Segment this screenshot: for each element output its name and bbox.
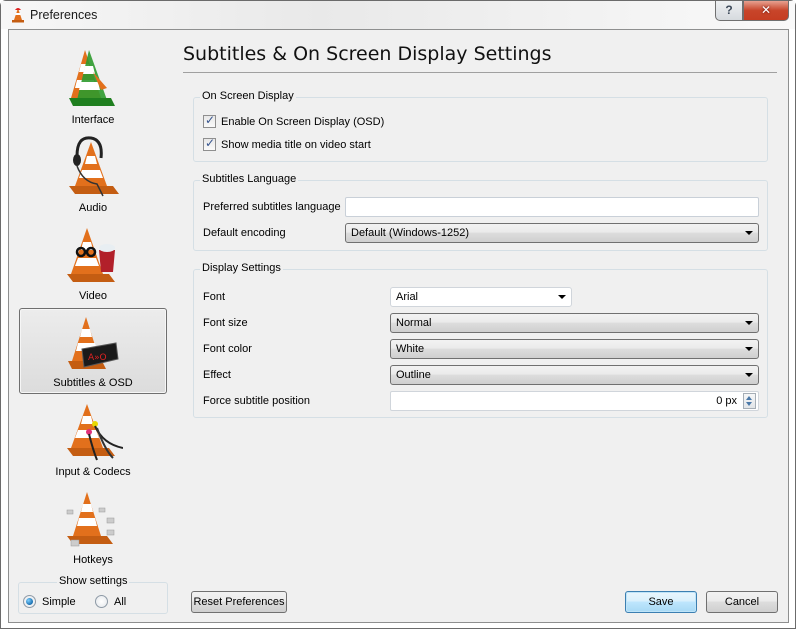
sidebar-item-label: Input & Codecs: [55, 466, 131, 478]
subtitle-position-label: Force subtitle position: [203, 395, 310, 407]
sidebar-item-interface[interactable]: Interface: [19, 44, 167, 130]
spin-buttons[interactable]: [743, 393, 756, 409]
osd-group: On Screen Display Enable On Screen Displ…: [193, 90, 768, 162]
show-settings-legend: Show settings: [57, 575, 130, 587]
font-color-value: White: [396, 343, 425, 355]
font-label: Font: [203, 291, 226, 303]
interface-cone-icon: [69, 50, 115, 106]
radio-simple[interactable]: Simple: [23, 595, 76, 608]
enable-osd-checkbox-row[interactable]: Enable On Screen Display (OSD): [203, 113, 385, 128]
font-size-value: Normal: [396, 317, 432, 329]
default-encoding-value: Default (Windows-1252): [351, 227, 469, 239]
radio-all-button[interactable]: [95, 595, 108, 608]
show-title-label: Show media title on video start: [221, 138, 371, 151]
display-settings-group: Display Settings Font Arial Font size No…: [193, 262, 768, 418]
radio-simple-button[interactable]: [23, 595, 36, 608]
font-select[interactable]: Arial: [390, 287, 572, 307]
effect-select[interactable]: Outline: [390, 365, 759, 385]
subtitles-language-group: Subtitles Language Preferred subtitles l…: [193, 173, 768, 251]
subtitles-cone-icon: A»O: [68, 317, 119, 369]
preferred-language-label: Preferred subtitles language: [203, 201, 341, 213]
enable-osd-checkbox[interactable]: [203, 113, 216, 128]
chevron-down-icon: [745, 373, 753, 377]
sidebar-item-label: Subtitles & OSD: [53, 377, 133, 389]
default-encoding-label: Default encoding: [203, 227, 286, 239]
close-button[interactable]: ✕: [743, 1, 789, 21]
radio-simple-label: Simple: [42, 595, 76, 608]
title-bar[interactable]: Preferences ? ✕: [1, 1, 795, 29]
input-codecs-cone-icon: [67, 404, 123, 461]
sidebar-item-input-codecs[interactable]: Input & Codecs: [19, 396, 167, 482]
video-cone-icon: [67, 228, 115, 282]
effect-label: Effect: [203, 369, 231, 381]
vlc-app-icon: [12, 8, 24, 23]
radio-all[interactable]: All: [95, 595, 126, 608]
preferred-language-input[interactable]: [345, 197, 759, 217]
spin-up-icon[interactable]: [746, 396, 752, 400]
window-title: Preferences: [30, 8, 98, 22]
svg-text:A»O: A»O: [88, 353, 107, 363]
font-size-label: Font size: [203, 317, 248, 329]
sidebar-item-subtitles-osd[interactable]: A»O Subtitles & OSD: [19, 308, 167, 394]
radio-all-label: All: [114, 595, 127, 608]
sidebar-item-label: Audio: [78, 202, 108, 214]
chevron-down-icon: [745, 321, 753, 325]
sidebar-item-label: Video: [79, 290, 107, 302]
sidebar-item-video[interactable]: Video: [19, 220, 167, 306]
sidebar-item-audio[interactable]: Audio: [19, 132, 167, 218]
font-value: Arial: [396, 291, 419, 303]
font-color-label: Font color: [203, 343, 252, 355]
hotkeys-cone-icon: [66, 492, 115, 547]
subtitles-language-legend: Subtitles Language: [200, 173, 299, 185]
effect-value: Outline: [396, 369, 431, 381]
chevron-down-icon: [745, 231, 753, 235]
save-button[interactable]: Save: [625, 591, 697, 613]
osd-legend: On Screen Display: [200, 90, 296, 102]
page-title: Subtitles & On Screen Display Settings: [183, 43, 552, 65]
display-settings-legend: Display Settings: [200, 262, 283, 274]
dialog-client-area: Interface Audio Video A»O Subtitles & OS…: [8, 29, 789, 623]
enable-osd-label: Enable On Screen Display (OSD): [221, 115, 385, 128]
preferences-window: Preferences ? ✕ Interface Audio Video A»…: [0, 0, 796, 629]
subtitle-position-value: 0 px: [716, 395, 737, 407]
font-color-select[interactable]: White: [390, 339, 759, 359]
spin-down-icon[interactable]: [746, 402, 752, 406]
title-divider: [183, 72, 777, 73]
reset-preferences-button[interactable]: Reset Preferences: [191, 591, 287, 613]
show-title-checkbox[interactable]: [203, 136, 216, 151]
audio-cone-icon: [69, 136, 119, 197]
subtitle-position-spinbox[interactable]: 0 px: [390, 391, 759, 411]
chevron-down-icon: [745, 347, 753, 351]
sidebar-item-hotkeys[interactable]: Hotkeys: [19, 484, 167, 570]
cancel-button[interactable]: Cancel: [706, 591, 778, 613]
sidebar-item-label: Interface: [71, 114, 115, 126]
default-encoding-select[interactable]: Default (Windows-1252): [345, 223, 759, 243]
show-title-checkbox-row[interactable]: Show media title on video start: [203, 136, 371, 151]
help-button[interactable]: ?: [715, 1, 743, 21]
sidebar-item-label: Hotkeys: [73, 554, 113, 566]
font-size-select[interactable]: Normal: [390, 313, 759, 333]
chevron-down-icon: [558, 295, 566, 299]
show-settings-group: Show settings Simple All: [18, 575, 168, 614]
